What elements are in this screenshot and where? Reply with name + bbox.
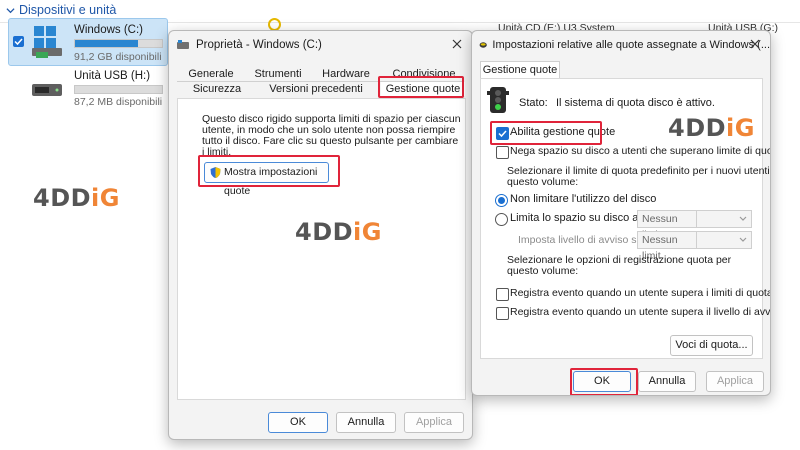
deny-space-label: Nega spazio su disco a utenti che supera… — [510, 145, 771, 157]
no-limit-radio[interactable] — [495, 194, 508, 207]
traffic-light-icon — [487, 87, 509, 113]
close-icon[interactable] — [451, 38, 463, 50]
limit-space-radio[interactable] — [495, 213, 508, 226]
limit-unit-select[interactable] — [696, 210, 752, 228]
usb-drive-icon — [32, 84, 62, 96]
drive-c-name: Windows (C:) — [74, 24, 144, 36]
tab-hardware[interactable]: Hardware — [317, 67, 375, 81]
log-warning-checkbox[interactable] — [496, 307, 509, 320]
warning-unit-select[interactable] — [696, 231, 752, 249]
chevron-down-icon — [739, 237, 747, 242]
drive-c-free-space: 91,2 GB disponibili — [74, 51, 162, 63]
no-limit-label: Non limitare l'utilizzo del disco — [510, 193, 657, 205]
drive-c-usage-bar — [74, 39, 163, 48]
warning-value-input[interactable]: Nessun limit — [637, 231, 698, 262]
drive-icon — [479, 42, 487, 48]
drive-h-usage-bar — [74, 85, 163, 94]
apply-button[interactable]: Applica — [404, 412, 464, 433]
highlight-tab-gestione-quote — [378, 76, 464, 98]
quota-titlebar[interactable]: Impostazioni relative alle quote assegna… — [472, 31, 770, 59]
status-text: Il sistema di quota disco è attivo. — [556, 97, 715, 109]
ok-button[interactable]: OK — [268, 412, 328, 433]
tab-sicurezza[interactable]: Sicurezza — [185, 82, 249, 96]
devices-section-header[interactable]: Dispositivi e unità — [6, 3, 116, 17]
chevron-down-icon — [6, 7, 15, 13]
chevron-down-icon — [739, 216, 747, 221]
highlight-ok-button — [570, 368, 638, 395]
drive-icon — [177, 40, 189, 49]
properties-title: Proprietà - Windows (C:) — [196, 39, 322, 51]
quota-description-line-3: tutto il disco. Fare clic su questo puls… — [202, 135, 459, 147]
properties-titlebar[interactable]: Proprietà - Windows (C:) — [169, 31, 472, 59]
tab-strumenti[interactable]: Strumenti — [249, 67, 307, 81]
warning-level-label: Imposta livello di avviso su — [518, 234, 643, 246]
apply-button[interactable]: Applica — [706, 371, 764, 392]
tab-versioni-precedenti[interactable]: Versioni precedenti — [261, 82, 371, 96]
tab-generale[interactable]: Generale — [182, 67, 240, 81]
log-options-text-line-2: questo volume: — [507, 265, 579, 277]
quota-title: Impostazioni relative alle quote assegna… — [492, 39, 770, 51]
quota-settings-dialog: Impostazioni relative alle quote assegna… — [471, 30, 771, 396]
limit-value-input[interactable]: Nessun limit — [637, 210, 698, 241]
windows-drive-icon — [32, 26, 62, 58]
properties-dialog: Proprietà - Windows (C:) Generale Strume… — [168, 30, 473, 440]
log-warning-label: Registra evento quando un utente supera … — [510, 306, 771, 318]
cancel-button[interactable]: Annulla — [638, 371, 696, 392]
status-label: Stato: — [519, 97, 548, 109]
watermark-logo: 4DDiG — [295, 218, 382, 246]
section-title: Dispositivi e unità — [19, 3, 117, 17]
quota-entries-button[interactable]: Voci di quota... — [670, 335, 753, 356]
highlight-enable-quota — [490, 121, 602, 145]
limit-space-label: Limita lo spazio su disco a — [510, 212, 639, 224]
log-limit-label: Registra evento quando un utente supera … — [510, 287, 771, 299]
highlight-show-quota-button — [198, 155, 340, 187]
watermark-logo: 4DDiG — [33, 184, 120, 212]
cancel-button[interactable]: Annulla — [336, 412, 396, 433]
log-limit-checkbox[interactable] — [496, 288, 509, 301]
close-icon[interactable] — [749, 38, 761, 50]
checkbox-checked-icon[interactable] — [13, 36, 24, 47]
tab-gestione-quote[interactable]: Gestione quote — [480, 61, 560, 79]
drive-h-name[interactable]: Unità USB (H:) — [74, 70, 150, 82]
watermark-logo: 4DDiG — [668, 114, 755, 142]
select-limit-text-line-2: questo volume: — [507, 176, 579, 188]
drive-h-free-space: 87,2 MB disponibili — [74, 96, 163, 108]
deny-space-checkbox[interactable] — [496, 146, 509, 159]
